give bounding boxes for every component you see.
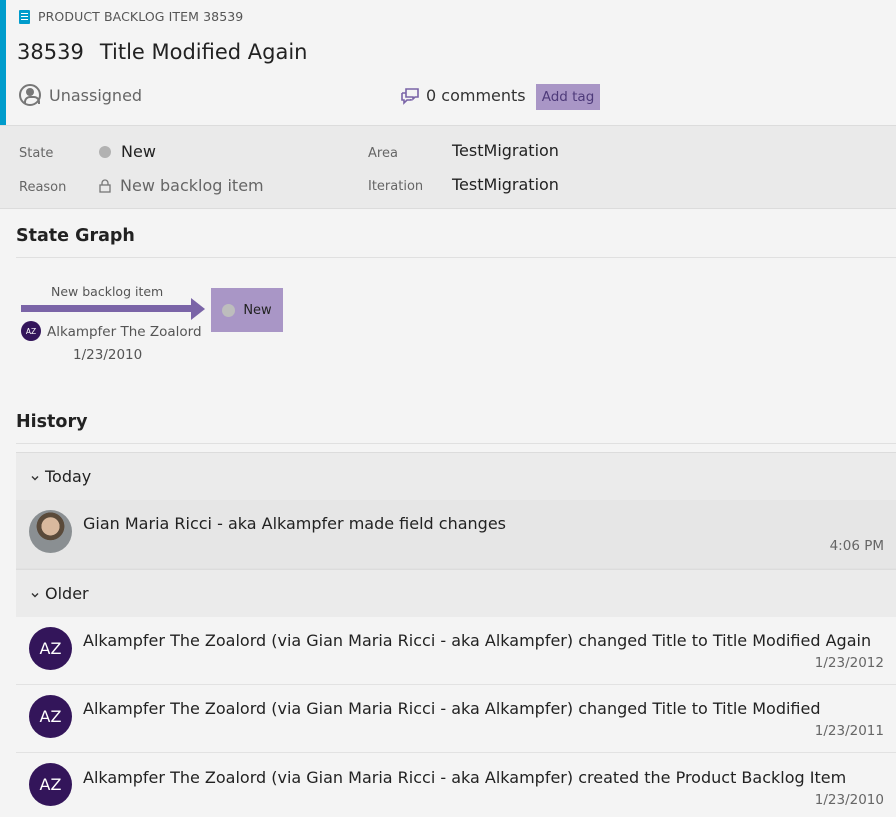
history-item-time: 4:06 PM: [829, 538, 884, 554]
history-item-text: Alkampfer The Zoalord (via Gian Maria Ri…: [83, 768, 847, 787]
chevron-down-icon: [31, 592, 39, 597]
history-item[interactable]: AZ Alkampfer The Zoalord (via Gian Maria…: [16, 685, 896, 753]
backlog-item-icon: [19, 9, 30, 24]
history-item[interactable]: AZ Alkampfer The Zoalord (via Gian Maria…: [16, 753, 896, 817]
transition-date: 1/23/2010: [73, 347, 143, 363]
history-group-older[interactable]: Older: [16, 569, 896, 617]
add-tag-button[interactable]: Add tag: [536, 84, 600, 110]
assigned-to-field[interactable]: Unassigned: [19, 84, 142, 106]
iteration-field[interactable]: TestMigration: [452, 175, 559, 194]
reason-label: Reason: [19, 180, 67, 195]
state-dot-icon: [99, 145, 111, 158]
area-field[interactable]: TestMigration: [452, 141, 559, 160]
history-item-time: 1/23/2011: [814, 723, 884, 739]
lock-icon: [99, 178, 111, 193]
history-item-text: Alkampfer The Zoalord (via Gian Maria Ri…: [83, 699, 821, 718]
work-item-header: PRODUCT BACKLOG ITEM 38539 38539 Title M…: [0, 0, 896, 125]
history-item-time: 1/23/2010: [814, 792, 884, 808]
history-item[interactable]: Gian Maria Ricci - aka Alkampfer made fi…: [16, 500, 896, 569]
work-item-type: PRODUCT BACKLOG ITEM 38539: [19, 9, 243, 24]
user-avatar: AZ: [29, 763, 72, 806]
assigned-to-value: Unassigned: [49, 85, 143, 105]
history-item-text: Gian Maria Ricci - aka Alkampfer made fi…: [83, 514, 506, 533]
work-item-title[interactable]: Title Modified Again: [100, 40, 308, 64]
user-avatar: AZ: [29, 627, 72, 670]
history-item-text: Alkampfer The Zoalord (via Gian Maria Ri…: [83, 631, 872, 650]
field-panel: State New Reason New backlog item Area T…: [0, 125, 896, 209]
state-node-new: New: [211, 288, 283, 332]
history-group-today[interactable]: Today: [16, 452, 896, 500]
transition-arrow: [21, 305, 193, 312]
area-label: Area: [368, 146, 398, 161]
state-graph-divider: [16, 257, 896, 258]
state-node-dot-icon: [222, 303, 236, 317]
iteration-value: TestMigration: [452, 175, 559, 194]
comments-link[interactable]: 0 comments: [400, 86, 526, 105]
history-group-label: Older: [45, 584, 89, 603]
transition-user-avatar: AZ: [21, 321, 41, 341]
history-item-time: 1/23/2012: [814, 655, 884, 671]
reason-value: New backlog item: [120, 176, 264, 195]
user-photo-avatar: [29, 510, 72, 553]
work-item-type-label: PRODUCT BACKLOG ITEM 38539: [38, 9, 244, 24]
work-item-title-row: 38539 Title Modified Again: [17, 40, 308, 64]
work-item-id: 38539: [17, 40, 84, 64]
comment-icon: [401, 87, 419, 105]
state-value: New: [121, 142, 156, 161]
unassigned-avatar-icon: [19, 84, 41, 106]
user-avatar: AZ: [29, 695, 72, 738]
reason-field: New backlog item: [99, 176, 264, 195]
area-value: TestMigration: [452, 141, 559, 160]
transition-user: Alkampfer The Zoalord: [47, 324, 202, 340]
state-node-label: New: [243, 302, 272, 318]
history-title: History: [16, 412, 88, 432]
state-graph-title: State Graph: [16, 226, 135, 246]
state-field[interactable]: New: [99, 142, 156, 161]
history-divider: [16, 443, 896, 444]
state-label: State: [19, 146, 54, 161]
history-item[interactable]: AZ Alkampfer The Zoalord (via Gian Maria…: [16, 617, 896, 685]
history-group-label: Today: [45, 467, 92, 486]
chevron-down-icon: [31, 475, 39, 480]
iteration-label: Iteration: [368, 179, 424, 194]
transition-arrow-head: [191, 298, 205, 320]
transition-label: New backlog item: [51, 284, 164, 299]
comments-count: 0 comments: [426, 86, 526, 105]
